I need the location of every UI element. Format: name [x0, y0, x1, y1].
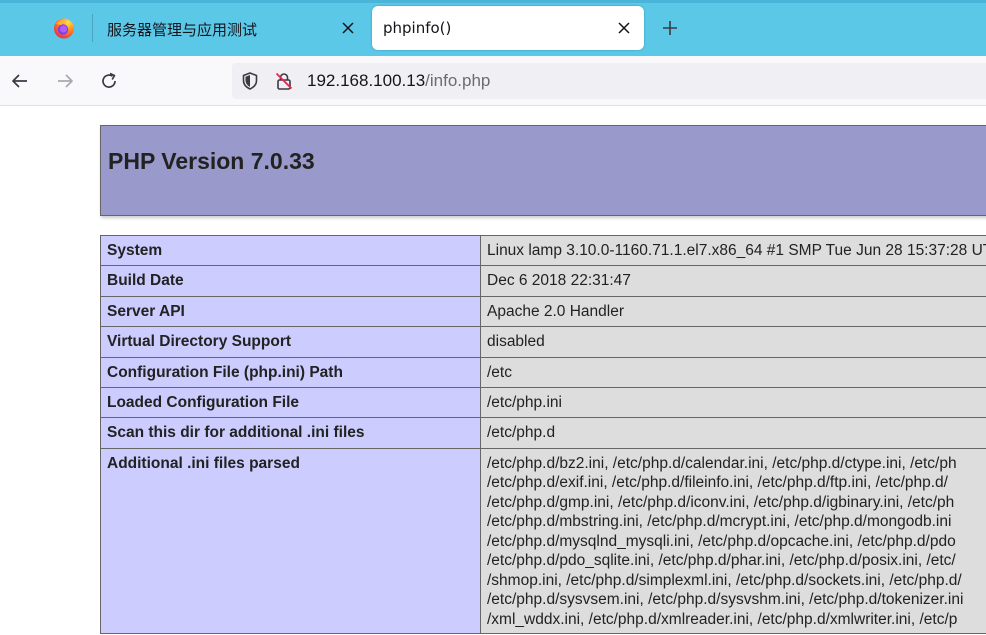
close-icon	[342, 22, 354, 34]
new-tab-button[interactable]	[658, 16, 682, 40]
tab-title: phpinfo()	[383, 19, 452, 37]
navigation-toolbar: 192.168.100.13/info.php	[0, 56, 986, 106]
forward-arrow-icon	[58, 74, 73, 88]
insecure-lock-icon[interactable]	[274, 71, 294, 91]
tab-strip: 服务器管理与应用测试 phpinfo()	[0, 0, 986, 56]
row-value: disabled	[480, 326, 986, 358]
row-value: Dec 6 2018 22:31:47	[480, 265, 986, 297]
ini-file-line: /etc/php.d/mbstring.ini, /etc/php.d/mcry…	[487, 513, 952, 531]
back-arrow-icon	[12, 74, 27, 88]
php-version-header: PHP Version 7.0.33	[100, 125, 986, 216]
ini-file-line: /etc/php.d/mysqlnd_mysqli.ini, /etc/php.…	[487, 532, 956, 550]
table-row: Scan this dir for additional .ini files …	[100, 417, 986, 449]
page-content: PHP Version 7.0.33 System Linux lamp 3.1…	[0, 106, 986, 635]
ini-file-line: /etc/php.d/gmp.ini, /etc/php.d/iconv.ini…	[487, 493, 955, 511]
php-info-table: System Linux lamp 3.10.0-1160.71.1.el7.x…	[100, 234, 986, 635]
row-label: Server API	[100, 295, 481, 328]
row-label: System	[100, 234, 481, 267]
address-bar[interactable]: 192.168.100.13/info.php	[232, 63, 986, 99]
page-title: PHP Version 7.0.33	[108, 148, 315, 174]
row-value: Apache 2.0 Handler	[480, 295, 986, 328]
shield-icon[interactable]	[240, 71, 260, 91]
table-row: Configuration File (php.ini) Path /etc	[100, 356, 986, 388]
row-value: Linux lamp 3.10.0-1160.71.1.el7.x86_64 #…	[480, 234, 986, 267]
back-button[interactable]	[6, 67, 34, 95]
table-row: System Linux lamp 3.10.0-1160.71.1.el7.x…	[100, 234, 986, 267]
ini-file-line: /shmop.ini, /etc/php.d/simplexml.ini, /e…	[487, 571, 962, 589]
ini-file-line: /etc/php.d/bz2.ini, /etc/php.d/calendar.…	[487, 454, 957, 472]
ini-file-line: /etc/php.d/pdo_sqlite.ini, /etc/php.d/ph…	[487, 552, 956, 570]
ini-file-line: /xml_wddx.ini, /etc/php.d/xmlreader.ini,…	[487, 610, 958, 628]
tab-close-button[interactable]	[338, 18, 358, 38]
table-row-ini-files: Additional .ini files parsed /etc/php.d/…	[100, 447, 986, 635]
ini-file-line: /etc/php.d/sysvsem.ini, /etc/php.d/sysvs…	[487, 591, 964, 609]
row-value: /etc	[480, 356, 986, 388]
ini-file-line: /etc/php.d/exif.ini, /etc/php.d/fileinfo…	[487, 474, 948, 492]
table-row: Build Date Dec 6 2018 22:31:47	[100, 265, 986, 297]
table-row: Virtual Directory Support disabled	[100, 326, 986, 358]
row-label: Additional .ini files parsed	[100, 447, 481, 635]
row-label: Build Date	[100, 265, 481, 297]
tab-strip-topline	[0, 0, 986, 3]
row-value: /etc/php.ini	[480, 386, 986, 419]
forward-button[interactable]	[51, 67, 79, 95]
tab-title: 服务器管理与应用测试	[107, 21, 258, 39]
row-value-ini-list: /etc/php.d/bz2.ini, /etc/php.d/calendar.…	[480, 447, 986, 635]
tab-phpinfo[interactable]: phpinfo()	[372, 6, 644, 50]
table-row: Server API Apache 2.0 Handler	[100, 295, 986, 328]
tab-close-button[interactable]	[614, 18, 634, 38]
firefox-logo-icon[interactable]	[52, 16, 76, 40]
url-text[interactable]: 192.168.100.13/info.php	[307, 71, 490, 91]
row-value: /etc/php.d	[480, 417, 986, 449]
tab-server-management[interactable]: 服务器管理与应用测试	[92, 6, 368, 50]
reload-icon	[102, 72, 116, 88]
close-icon	[618, 22, 630, 34]
plus-icon	[663, 21, 677, 35]
row-label: Virtual Directory Support	[100, 326, 481, 358]
reload-button[interactable]	[95, 67, 123, 95]
url-host: 192.168.100.13	[307, 71, 426, 90]
url-path: /info.php	[425, 71, 491, 90]
row-label: Configuration File (php.ini) Path	[100, 356, 481, 388]
row-label: Loaded Configuration File	[100, 386, 481, 419]
table-row: Loaded Configuration File /etc/php.ini	[100, 386, 986, 419]
row-label: Scan this dir for additional .ini files	[100, 417, 481, 449]
